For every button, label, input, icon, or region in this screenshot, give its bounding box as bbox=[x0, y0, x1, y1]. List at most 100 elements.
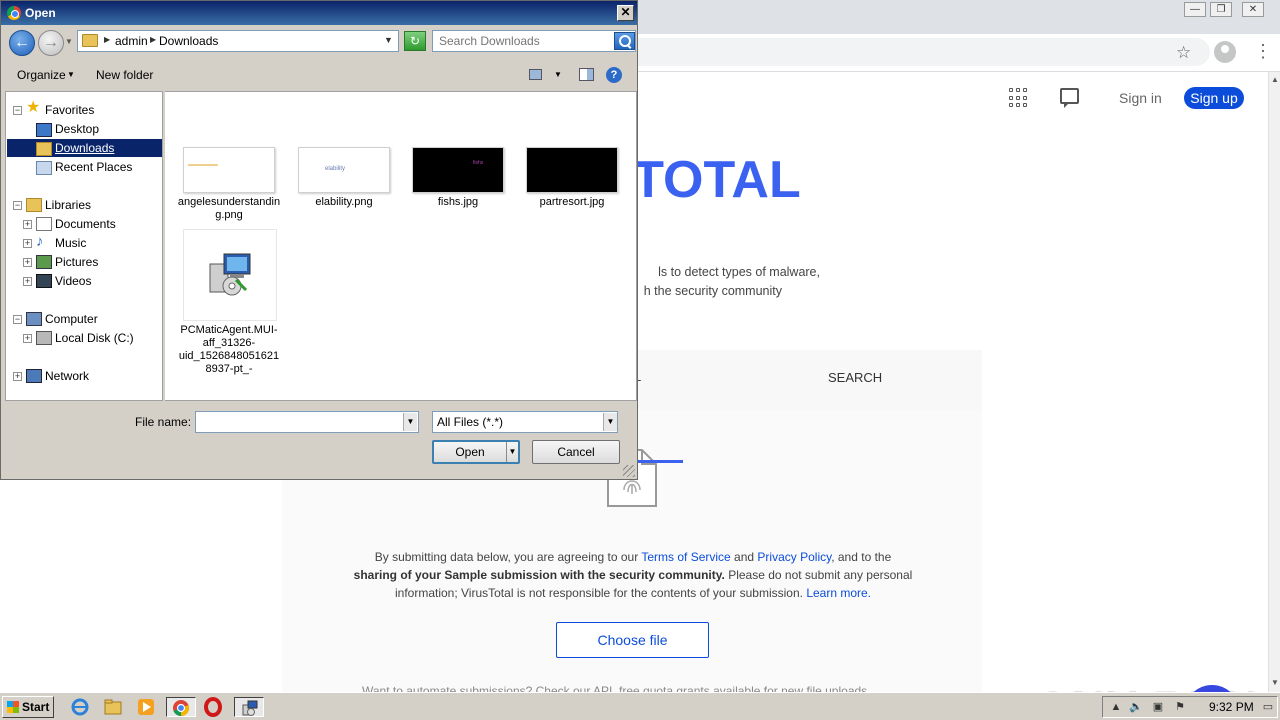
start-button[interactable]: Start bbox=[2, 696, 54, 718]
file-thumbnail[interactable]: fishs bbox=[412, 147, 504, 193]
file-name[interactable]: PCMaticAgent.MUI-aff_31326-uid_152684805… bbox=[177, 324, 281, 376]
chevron-down-icon[interactable]: ▼ bbox=[506, 442, 518, 462]
breadcrumb-downloads[interactable]: Downloads bbox=[159, 34, 218, 48]
collapse-icon[interactable]: − bbox=[13, 106, 22, 115]
refresh-button[interactable]: ↻ bbox=[404, 31, 426, 51]
file-thumbnail[interactable] bbox=[526, 147, 618, 193]
search-box[interactable] bbox=[432, 30, 636, 52]
internet-explorer-icon[interactable] bbox=[70, 697, 92, 717]
clock[interactable]: 9:32 PM bbox=[1209, 700, 1254, 714]
scroll-down-icon[interactable]: ▼ bbox=[1271, 678, 1279, 687]
file-icon-frame[interactable] bbox=[183, 229, 277, 321]
learn-more-link[interactable]: Learn more. bbox=[806, 586, 871, 600]
sidebar-item-downloads[interactable]: Downloads bbox=[55, 140, 114, 157]
tab-search[interactable]: SEARCH bbox=[828, 370, 882, 385]
file-name[interactable]: elability.png bbox=[292, 196, 396, 209]
scroll-up-icon[interactable]: ▲ bbox=[1271, 75, 1279, 84]
file-name[interactable]: angelesunderstanding.png bbox=[177, 196, 281, 222]
collapse-icon[interactable]: − bbox=[13, 201, 22, 210]
music-icon: ♪ bbox=[36, 233, 44, 250]
sidebar-item-favorites[interactable]: Favorites bbox=[45, 102, 94, 119]
computer-icon bbox=[26, 312, 42, 326]
back-button[interactable]: ← bbox=[9, 30, 35, 56]
chat-icon[interactable] bbox=[1060, 88, 1079, 108]
media-player-icon[interactable] bbox=[136, 697, 158, 717]
breadcrumb[interactable]: ▶ admin ▶ Downloads ▼ bbox=[77, 30, 399, 52]
sidebar-item-documents[interactable]: Documents bbox=[55, 216, 116, 233]
action-center-flag-icon[interactable]: ⚑ bbox=[1173, 700, 1187, 714]
resize-grip[interactable] bbox=[623, 465, 635, 477]
expand-icon[interactable]: + bbox=[23, 239, 32, 248]
expand-icon[interactable]: + bbox=[23, 334, 32, 343]
sidebar-item-music[interactable]: Music bbox=[55, 235, 86, 252]
sidebar-item-network[interactable]: Network bbox=[45, 368, 89, 385]
preview-pane-icon[interactable] bbox=[579, 68, 594, 81]
profile-icon[interactable] bbox=[1214, 41, 1236, 63]
chevron-down-icon[interactable]: ▼ bbox=[603, 413, 617, 431]
change-view-icon[interactable] bbox=[529, 69, 542, 80]
file-name[interactable]: partresort.jpg bbox=[520, 196, 624, 209]
open-button[interactable]: Open ▼ bbox=[432, 440, 520, 464]
expand-icon[interactable]: + bbox=[23, 258, 32, 267]
chevron-down-icon[interactable]: ▼ bbox=[554, 70, 562, 79]
sidebar-item-libraries[interactable]: Libraries bbox=[45, 197, 91, 214]
help-icon[interactable]: ? bbox=[606, 67, 622, 83]
cancel-button[interactable]: Cancel bbox=[532, 440, 620, 464]
dialog-titlebar[interactable]: Open ✕ bbox=[1, 1, 637, 25]
forward-button[interactable]: → bbox=[38, 30, 64, 56]
sign-up-button[interactable]: Sign up bbox=[1184, 87, 1244, 109]
file-explorer-icon[interactable] bbox=[103, 697, 125, 717]
sidebar-item-local-disk[interactable]: Local Disk (C:) bbox=[55, 330, 134, 347]
sidebar-item-pictures[interactable]: Pictures bbox=[55, 254, 98, 271]
terms-of-service-link[interactable]: Terms of Service bbox=[641, 550, 730, 564]
expand-icon[interactable]: + bbox=[23, 220, 32, 229]
chrome-menu-icon[interactable]: ⋮ bbox=[1254, 42, 1272, 60]
recent-locations-icon[interactable]: ▼ bbox=[65, 37, 73, 46]
network-tray-icon[interactable]: ▣ bbox=[1151, 700, 1165, 714]
sidebar-item-desktop[interactable]: Desktop bbox=[55, 121, 99, 138]
chevron-right-icon[interactable]: ▶ bbox=[150, 35, 156, 44]
maximize-button[interactable]: ❐ bbox=[1210, 2, 1232, 17]
installer-taskbar-icon[interactable] bbox=[234, 697, 264, 717]
expand-icon[interactable]: + bbox=[13, 372, 22, 381]
chevron-down-icon[interactable]: ▼ bbox=[403, 413, 417, 431]
sidebar-item-videos[interactable]: Videos bbox=[55, 273, 91, 290]
volume-icon[interactable]: 🔈 bbox=[1129, 700, 1143, 714]
chevron-down-icon[interactable]: ▼ bbox=[67, 70, 75, 79]
chevron-right-icon[interactable]: ▶ bbox=[104, 35, 110, 44]
choose-file-button[interactable]: Choose file bbox=[556, 622, 709, 658]
sidebar-item-computer[interactable]: Computer bbox=[45, 311, 98, 328]
dialog-close-button[interactable]: ✕ bbox=[617, 5, 634, 21]
file-type-select[interactable]: All Files (*.*) ▼ bbox=[432, 411, 618, 433]
breadcrumb-admin[interactable]: admin bbox=[115, 34, 148, 48]
navigation-pane: − ★ Favorites Desktop Downloads Recent P… bbox=[5, 91, 163, 401]
expand-icon[interactable]: + bbox=[23, 277, 32, 286]
page-scrollbar[interactable]: ▲ ▼ bbox=[1268, 72, 1280, 692]
search-icon[interactable] bbox=[614, 32, 635, 50]
apps-grid-icon[interactable] bbox=[1009, 88, 1029, 108]
sign-in-link[interactable]: Sign in bbox=[1119, 90, 1162, 106]
desktop-icon bbox=[36, 123, 52, 137]
search-input[interactable] bbox=[433, 31, 611, 51]
open-file-dialog: Open ✕ ← → ▼ ▶ admin ▶ Downloads ▼ ↻ Org… bbox=[0, 0, 638, 480]
show-desktop-icon[interactable]: ▭ bbox=[1261, 700, 1275, 714]
organize-menu[interactable]: Organize bbox=[17, 68, 66, 82]
minimize-button[interactable]: — bbox=[1184, 2, 1206, 17]
privacy-policy-link[interactable]: Privacy Policy bbox=[757, 550, 831, 564]
file-name[interactable]: fishs.jpg bbox=[406, 196, 510, 209]
sidebar-item-recent-places[interactable]: Recent Places bbox=[55, 159, 132, 176]
new-folder-button[interactable]: New folder bbox=[96, 68, 153, 82]
file-thumbnail[interactable] bbox=[183, 147, 275, 193]
terms-text: , and to the bbox=[831, 550, 892, 564]
star-icon[interactable]: ☆ bbox=[1176, 43, 1191, 63]
chrome-taskbar-icon[interactable] bbox=[166, 697, 196, 717]
address-bar[interactable] bbox=[600, 38, 1210, 66]
thumbnail-mark bbox=[188, 164, 218, 166]
collapse-icon[interactable]: − bbox=[13, 315, 22, 324]
file-name-field[interactable] bbox=[195, 411, 419, 433]
close-window-button[interactable]: ✕ bbox=[1242, 2, 1264, 17]
show-hidden-icons-icon[interactable]: ▲ bbox=[1109, 700, 1123, 714]
chevron-down-icon[interactable]: ▼ bbox=[384, 35, 393, 45]
opera-icon[interactable] bbox=[203, 697, 225, 717]
file-thumbnail[interactable]: elability bbox=[298, 147, 390, 193]
